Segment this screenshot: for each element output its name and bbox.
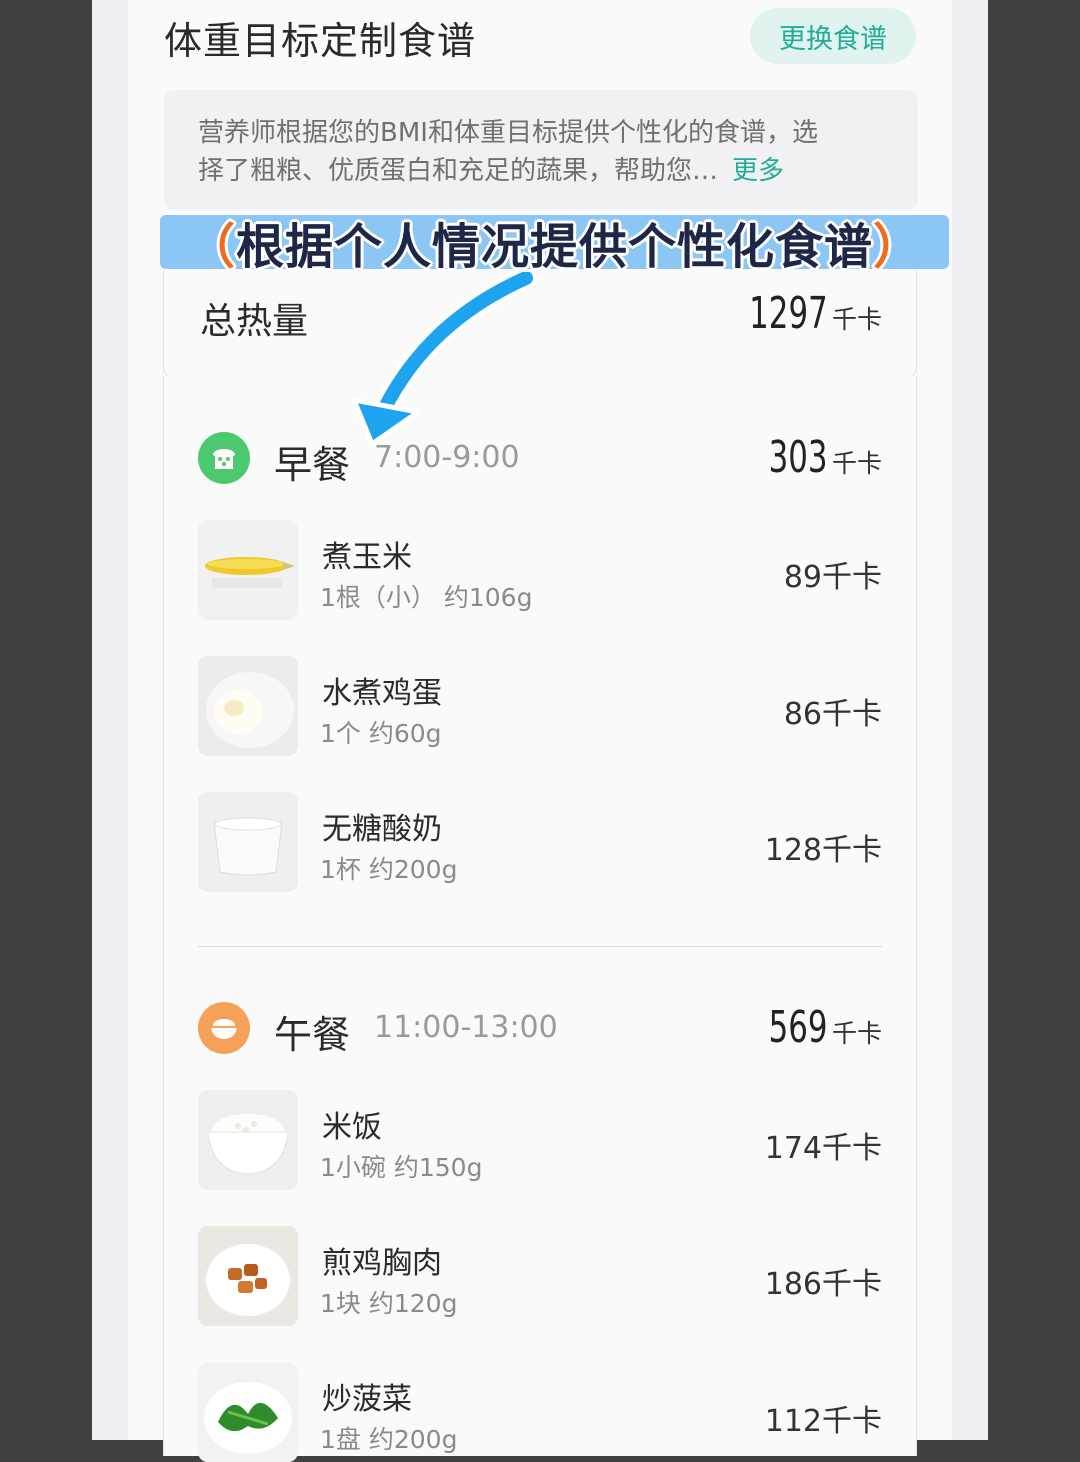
lunch-calories-unit: 千卡 (831, 1019, 882, 1048)
breakfast-title: 早餐 (274, 443, 351, 487)
banner-right-paren: ） (873, 219, 923, 275)
total-calories-label: 总热量 (200, 301, 309, 342)
banner-left-paren: （ (186, 219, 236, 275)
egg-icon (198, 656, 298, 756)
food-name: 煎鸡胸肉 (322, 1246, 442, 1281)
description-text: 营养师根据您的BMI和体重目标提供个性化的食谱，选 择了粗粮、优质蛋白和充足的蔬… (198, 114, 898, 190)
bread-icon (198, 432, 250, 484)
annotation-arrow-icon (351, 272, 537, 447)
total-calories-number: 1297 (749, 288, 828, 339)
breakfast-calories: 303 千卡 (752, 432, 882, 483)
description-line-2: 择了粗粮、优质蛋白和充足的蔬果，帮助您… (198, 156, 719, 186)
lunch-calories-number: 569 (769, 1002, 828, 1053)
rice-icon (198, 1090, 298, 1190)
food-portion: 1块 约120g (320, 1289, 458, 1318)
food-calories: 128千卡 (764, 833, 882, 868)
food-portion: 1小碗 约150g (320, 1153, 483, 1182)
food-portion: 1个 约60g (320, 719, 442, 748)
lunch-title: 午餐 (274, 1013, 351, 1057)
food-name: 水煮鸡蛋 (322, 676, 442, 711)
annotation-banner: （根据个人情况提供个性化食谱） (160, 215, 949, 275)
food-calories: 89千卡 (783, 560, 882, 595)
more-link[interactable]: 更多 (732, 156, 784, 186)
chicken-icon (198, 1226, 298, 1326)
food-name: 炒菠菜 (322, 1382, 412, 1417)
food-calories: 86千卡 (783, 697, 882, 732)
breakfast-calories-number: 303 (769, 432, 828, 483)
food-portion: 1根（小） 约106g (320, 583, 533, 612)
description-box: 营养师根据您的BMI和体重目标提供个性化的食谱，选 择了粗粮、优质蛋白和充足的蔬… (164, 90, 918, 210)
spinach-icon (198, 1362, 298, 1462)
page-title: 体重目标定制食谱 (164, 19, 477, 63)
meal-divider (198, 946, 882, 947)
food-name: 无糖酸奶 (322, 812, 442, 847)
food-calories: 112千卡 (764, 1404, 882, 1439)
food-calories: 186千卡 (764, 1267, 882, 1302)
switch-recipe-button[interactable]: 更换食谱 (750, 8, 916, 64)
rice-bowl-icon (198, 1002, 250, 1054)
food-name: 米饭 (322, 1110, 382, 1145)
yogurt-icon (198, 792, 298, 892)
food-calories: 174千卡 (764, 1131, 882, 1166)
lunch-calories: 569 千卡 (752, 1002, 882, 1053)
annotation-banner-text: （根据个人情况提供个性化食谱） (160, 207, 949, 277)
description-line-1: 营养师根据您的BMI和体重目标提供个性化的食谱，选 (198, 118, 818, 148)
total-calories-unit: 千卡 (831, 305, 882, 334)
total-calories-value: 1297 千卡 (727, 288, 882, 339)
food-name: 煮玉米 (322, 540, 412, 575)
food-portion: 1盘 约200g (320, 1425, 458, 1454)
corn-icon (198, 520, 298, 620)
food-portion: 1杯 约200g (320, 855, 458, 884)
banner-caption: 根据个人情况提供个性化食谱 (235, 219, 873, 275)
lunch-time: 11:00-13:00 (374, 1010, 558, 1045)
breakfast-calories-unit: 千卡 (831, 449, 882, 478)
